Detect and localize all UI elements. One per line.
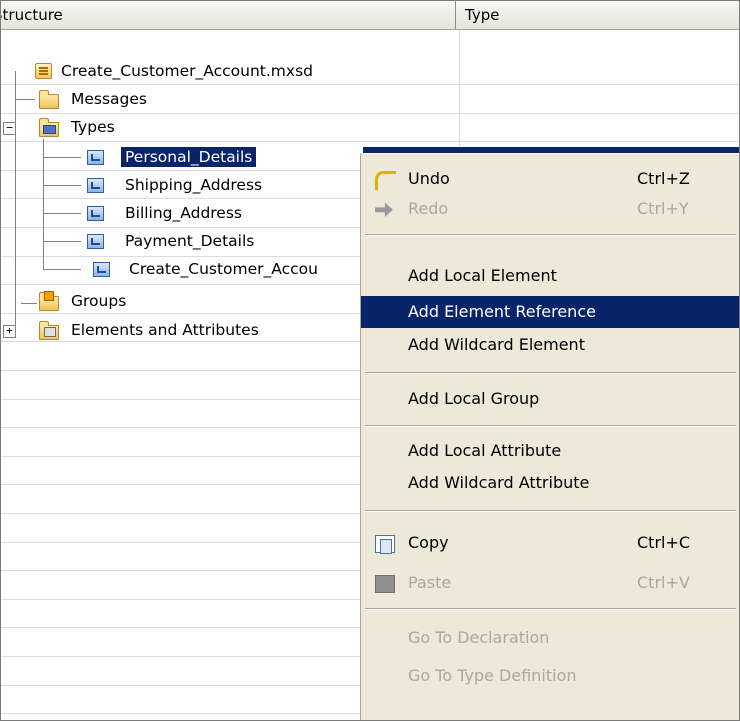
menu-item-shortcut: Ctrl+C	[637, 533, 691, 552]
grid-row-line	[1, 141, 739, 142]
tree-item-types[interactable]: − Types	[1, 114, 459, 140]
type-header-label: Type	[465, 6, 500, 24]
column-header-bar: Structure Type	[1, 1, 739, 30]
menu-item-label: Go To Type Definition	[408, 666, 577, 685]
menu-item-label: Add Local Group	[408, 389, 540, 408]
menu-separator	[365, 425, 736, 427]
type-column-header[interactable]: Type	[457, 1, 739, 29]
tree-item-messages[interactable]: Messages	[1, 86, 459, 112]
complex-type-icon	[93, 262, 110, 277]
menu-item-label: Add Wildcard Element	[408, 335, 585, 354]
groups-folder-icon	[39, 291, 59, 311]
menu-item-undo[interactable]: Undo Ctrl+Z	[361, 164, 739, 194]
undo-icon	[375, 171, 396, 190]
menu-separator	[365, 372, 736, 374]
paste-icon	[375, 575, 395, 593]
menu-item-shortcut: Ctrl+Y	[637, 199, 689, 218]
elements-folder-icon	[39, 321, 59, 340]
menu-item-label: Copy	[408, 533, 449, 552]
menu-item-add-local-attribute[interactable]: Add Local Attribute	[361, 436, 739, 466]
tree-item-root[interactable]: Create_Customer_Account.mxsd	[1, 58, 459, 84]
tree-item-label: Shipping_Address	[125, 176, 263, 194]
tree-item-label: Billing_Address	[125, 204, 242, 222]
menu-separator	[365, 510, 736, 512]
menu-item-label: Add Element Reference	[408, 302, 596, 321]
menu-item-add-wildcard-element[interactable]: Add Wildcard Element	[361, 330, 739, 360]
menu-item-copy[interactable]: Copy Ctrl+C	[361, 528, 739, 558]
tree-item-label: Messages	[71, 90, 148, 108]
messages-folder-icon	[39, 90, 59, 109]
structure-column-header[interactable]: Structure	[1, 1, 456, 29]
complex-type-icon	[87, 150, 104, 165]
menu-item-label: Add Local Attribute	[408, 441, 562, 460]
tree-item-label: Groups	[71, 292, 127, 310]
complex-type-icon	[87, 178, 104, 193]
menu-item-label: Redo	[408, 199, 449, 218]
menu-item-go-to-declaration[interactable]: Go To Declaration	[361, 623, 739, 653]
menu-separator	[365, 608, 736, 610]
menu-item-add-element-reference[interactable]: Add Element Reference	[361, 296, 739, 328]
menu-item-add-wildcard-attribute[interactable]: Add Wildcard Attribute	[361, 468, 739, 498]
structure-header-label: Structure	[1, 6, 63, 24]
tree-item-label: Personal_Details	[121, 147, 257, 167]
mxsd-file-icon	[35, 63, 52, 79]
types-folder-icon	[39, 118, 59, 137]
menu-item-paste[interactable]: Paste Ctrl+V	[361, 568, 739, 598]
redo-icon	[375, 202, 393, 217]
complex-type-icon	[87, 234, 104, 249]
expand-toggle[interactable]: +	[3, 325, 16, 338]
menu-item-label: Undo	[408, 169, 450, 188]
menu-item-shortcut: Ctrl+Z	[637, 169, 690, 188]
complex-type-icon	[87, 206, 104, 221]
grid-row-line	[1, 84, 739, 85]
menu-separator	[365, 234, 736, 236]
context-menu: Undo Ctrl+Z Redo Ctrl+Y Add Local Elemen…	[360, 153, 739, 720]
collapse-toggle[interactable]: −	[3, 122, 16, 135]
menu-item-label: Go To Declaration	[408, 628, 550, 647]
copy-icon	[375, 535, 395, 554]
menu-item-label: Paste	[408, 573, 452, 592]
menu-item-label: Add Wildcard Attribute	[408, 473, 590, 492]
menu-item-add-local-element[interactable]: Add Local Element	[361, 261, 739, 291]
tree-item-label: Elements and Attributes	[71, 321, 259, 339]
tree-item-label: Payment_Details	[125, 232, 255, 250]
menu-item-shortcut: Ctrl+V	[637, 573, 690, 592]
menu-item-add-local-group[interactable]: Add Local Group	[361, 384, 739, 414]
message-definition-editor: Structure Type Create_Customer_Account.m…	[0, 0, 740, 721]
menu-item-label: Add Local Element	[408, 266, 557, 285]
tree-item-label: Types	[71, 118, 115, 136]
tree-item-label: Create_Customer_Account.mxsd	[61, 62, 313, 80]
tree-item-label: Create_Customer_Accou	[129, 260, 318, 278]
menu-item-redo[interactable]: Redo Ctrl+Y	[361, 194, 739, 224]
menu-item-go-to-type-definition[interactable]: Go To Type Definition	[361, 661, 739, 691]
